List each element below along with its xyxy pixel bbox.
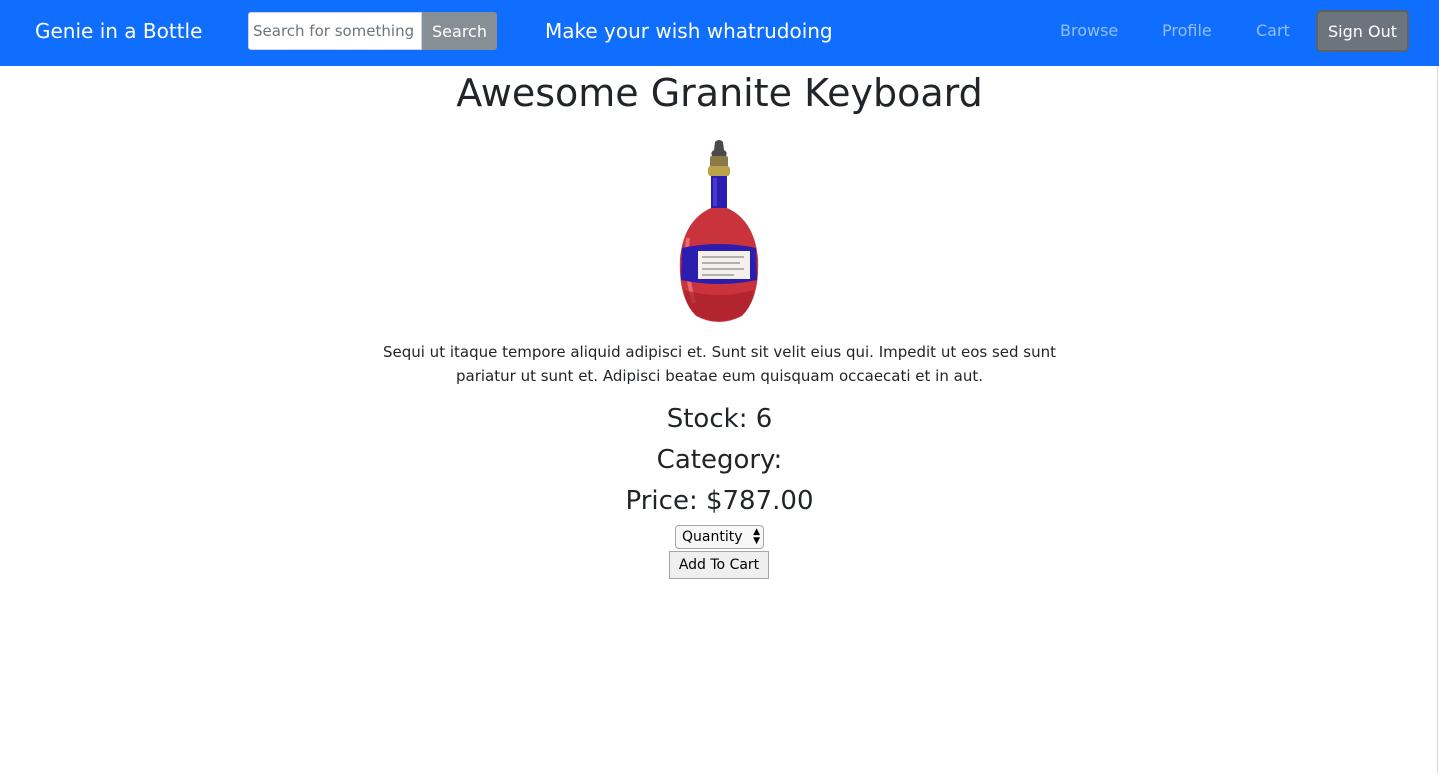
tagline: Make your wish whatrudoing	[545, 19, 833, 43]
search-input[interactable]	[248, 12, 422, 50]
bottle-image	[679, 140, 759, 322]
category-text: Category:	[656, 445, 783, 475]
product-description: Sequi ut itaque tempore aliquid adipisci…	[382, 343, 1057, 385]
nav-browse-link[interactable]: Browse	[1060, 21, 1118, 40]
top-navbar: Genie in a Bottle Search Make your wish …	[0, 0, 1439, 66]
brand-link[interactable]: Genie in a Bottle	[35, 19, 202, 43]
quantity-select-value: Quantity	[682, 529, 743, 545]
product-title: Awesome Granite Keyboard	[456, 71, 983, 115]
add-to-cart-button[interactable]: Add To Cart	[669, 551, 769, 579]
select-arrows-icon: ▲ ▼	[753, 527, 760, 546]
nav-cart-link[interactable]: Cart	[1256, 21, 1290, 40]
sign-out-button[interactable]: Sign Out	[1316, 10, 1409, 52]
quantity-select[interactable]: Quantity ▲ ▼	[675, 525, 764, 549]
search-button[interactable]: Search	[422, 12, 497, 50]
stock-text: Stock: 6	[666, 404, 773, 434]
price-text: Price: $787.00	[625, 486, 814, 516]
nav-profile-link[interactable]: Profile	[1162, 21, 1212, 40]
